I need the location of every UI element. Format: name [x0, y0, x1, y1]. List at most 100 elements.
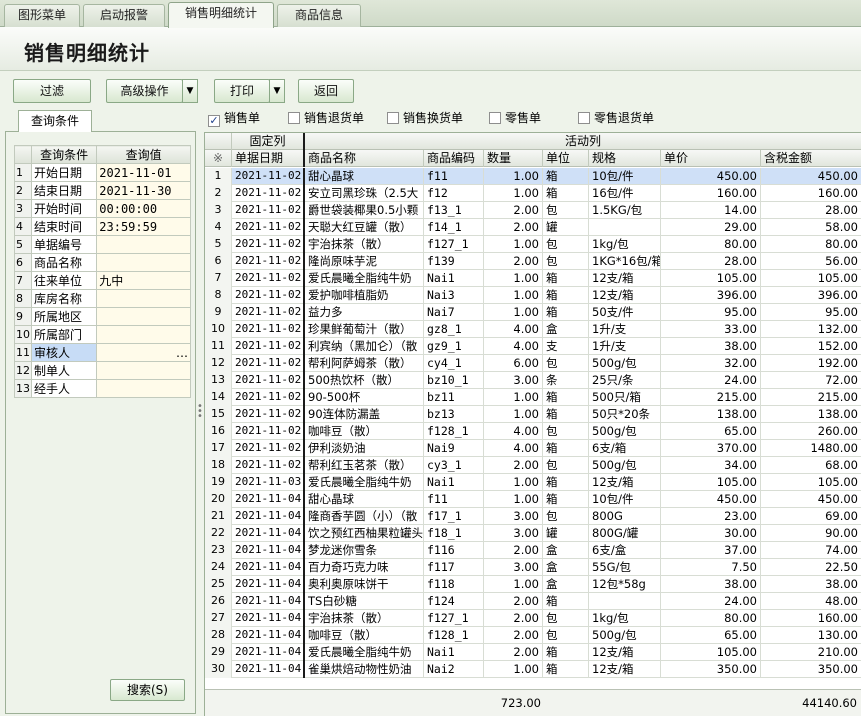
advanced-ops-button[interactable]: 高级操作 [106, 79, 183, 103]
header-col-spec[interactable]: 规格 [589, 150, 661, 167]
query-value-end-date[interactable]: 2021-11-30 [96, 181, 191, 200]
table-row[interactable]: 22 2021-11-04 饮之预红西柚果粒罐头 f18_1 3.00 罐 800G/罐 30… [205, 525, 861, 542]
table-row[interactable]: 3 2021-11-02 爵世袋装椰果0.5小颗 f13_1 2.00 包 1.5KG/包 1… [205, 202, 861, 219]
query-row[interactable]: 12 制单人 [14, 361, 191, 380]
cell-quantity: 3.00 [484, 525, 543, 542]
table-row[interactable]: 2 2021-11-02 安立司黑珍珠（2.5大 f12 1.00 箱 16包/件 160.0… [205, 185, 861, 202]
table-row[interactable]: 17 2021-11-02 伊利淡奶油 Nai9 4.00 箱 6支/箱 370.00 1480… [205, 440, 861, 457]
query-value-reviewer-ellipsis-button[interactable]: … [96, 343, 191, 362]
cell-product-name: 90-500杯 [305, 389, 424, 406]
query-value-start-date[interactable]: 2021-11-01 [96, 163, 191, 182]
table-row[interactable]: 18 2021-11-02 帮利红玉茗茶（散） cy3_1 2.00 包 500g/包 34.… [205, 457, 861, 474]
print-button[interactable]: 打印 [214, 79, 270, 103]
row-number: 9 [205, 304, 232, 321]
table-row[interactable]: 13 2021-11-02 500热饮杯（散） bz10_1 3.00 条 25只/条 24.… [205, 372, 861, 389]
query-value-end-time[interactable]: 23:59:59 [96, 217, 191, 236]
query-value-product-name[interactable] [96, 253, 191, 272]
back-button[interactable]: 返回 [298, 79, 354, 103]
table-row[interactable]: 6 2021-11-02 隆尚原味芋泥 f139 2.00 包 1KG*16包/箱 28.00… [205, 253, 861, 270]
cell-doc-date: 2021-11-02 [232, 185, 305, 202]
cell-spec: 800G [589, 508, 661, 525]
cell-product-code: f13_1 [424, 202, 484, 219]
table-row[interactable]: 1 2021-11-02 甜心晶球 f11 1.00 箱 10包/件 450.00 450.00 [205, 168, 861, 185]
checkbox-retail[interactable]: 零售单 [489, 111, 541, 125]
query-value-start-time[interactable]: 00:00:00 [96, 199, 191, 218]
table-row[interactable]: 8 2021-11-02 爱护咖啡植脂奶 Nai3 1.00 箱 12支/箱 396.00 39… [205, 287, 861, 304]
table-row[interactable]: 15 2021-11-02 90连体防漏盖 bz13 1.00 箱 50只*20条 138.0… [205, 406, 861, 423]
table-row[interactable]: 4 2021-11-02 天聪大红豆罐（散） f14_1 2.00 罐 29.00 58.00 [205, 219, 861, 236]
query-value-department[interactable] [96, 325, 191, 344]
cell-amount: 69.00 [761, 508, 861, 525]
query-value-creator[interactable] [96, 361, 191, 380]
row-number: 23 [205, 542, 232, 559]
table-row[interactable]: 19 2021-11-03 爱氏晨曦全脂纯牛奶 Nai1 1.00 箱 12支/箱 105.0… [205, 474, 861, 491]
table-row[interactable]: 30 2021-11-04 雀巢烘焙动物性奶油 Nai2 1.00 箱 12支/箱 350.0… [205, 661, 861, 678]
cell-doc-date: 2021-11-02 [232, 270, 305, 287]
table-row[interactable]: 23 2021-11-04 梦龙迷你雪条 f116 2.00 盒 6支/盒 37.00 74.0… [205, 542, 861, 559]
table-row[interactable]: 14 2021-11-02 90-500杯 bz11 1.00 箱 500只/箱 215.00… [205, 389, 861, 406]
table-row[interactable]: 9 2021-11-02 益力多 Nai7 1.00 箱 50支/件 95.00 95.00 [205, 304, 861, 321]
query-row[interactable]: 8 库房名称 [14, 289, 191, 308]
query-row[interactable]: 3 开始时间 00:00:00 [14, 199, 191, 218]
query-row[interactable]: 1 开始日期 2021-11-01 [14, 163, 191, 182]
query-row[interactable]: 10 所属部门 [14, 325, 191, 344]
query-row[interactable]: 13 经手人 [14, 379, 191, 398]
tab-graphic-menu[interactable]: 图形菜单 [4, 4, 80, 27]
query-row[interactable]: 5 单据编号 [14, 235, 191, 254]
header-col-amount[interactable]: 含税金额 [761, 150, 861, 167]
query-conditions-tab[interactable]: 查询条件 [18, 110, 92, 132]
query-row[interactable]: 6 商品名称 [14, 253, 191, 272]
query-row[interactable]: 4 结束时间 23:59:59 [14, 217, 191, 236]
header-col-product-code[interactable]: 商品编码 [424, 150, 484, 167]
cell-unit: 箱 [543, 644, 589, 661]
query-value-partner[interactable]: 九中 [96, 271, 191, 290]
table-row[interactable]: 21 2021-11-04 隆商香芋圆（小）（散 f17_1 3.00 包 800G 23.0… [205, 508, 861, 525]
header-col-unit-price[interactable]: 单价 [661, 150, 761, 167]
splitter-handle-icon[interactable]: • • • [197, 402, 203, 422]
tab-startup-alarm[interactable]: 启动报警 [83, 4, 165, 27]
query-row[interactable]: 2 结束日期 2021-11-30 [14, 181, 191, 200]
table-row[interactable]: 5 2021-11-02 宇治抹茶（散） f127_1 1.00 包 1kg/包 80.00 8… [205, 236, 861, 253]
query-value-region[interactable] [96, 307, 191, 326]
checkbox-sales-return[interactable]: 销售退货单 [288, 111, 364, 125]
cell-amount: 95.00 [761, 304, 861, 321]
table-row[interactable]: 16 2021-11-02 咖啡豆（散） f128_1 4.00 包 500g/包 65.00… [205, 423, 861, 440]
query-value-doc-number[interactable] [96, 235, 191, 254]
query-value-handler[interactable] [96, 379, 191, 398]
advanced-ops-dropdown-icon[interactable]: ▼ [182, 79, 198, 103]
table-row[interactable]: 10 2021-11-02 珍果鲜葡萄汁（散） gz8_1 4.00 盒 1升/支 33.00… [205, 321, 861, 338]
filter-button[interactable]: 过滤 [13, 79, 91, 103]
print-dropdown-icon[interactable]: ▼ [269, 79, 285, 103]
cell-spec: 1kg/包 [589, 236, 661, 253]
header-col-doc-date[interactable]: 单据日期 [232, 150, 305, 167]
cell-unit-price: 105.00 [661, 644, 761, 661]
table-row[interactable]: 25 2021-11-04 奥利奥原味饼干 f118 1.00 盒 12包*58g 38.00… [205, 576, 861, 593]
cell-unit: 包 [543, 355, 589, 372]
header-col-product-name[interactable]: 商品名称 [305, 150, 424, 167]
table-row[interactable]: 29 2021-11-04 爱氏晨曦全脂纯牛奶 Nai1 2.00 箱 12支/箱 105.0… [205, 644, 861, 661]
checkbox-retail-return[interactable]: 零售退货单 [578, 111, 654, 125]
table-row[interactable]: 12 2021-11-02 帮利阿萨姆茶（散） cy4_1 6.00 包 500g/包 32.… [205, 355, 861, 372]
tab-product-info[interactable]: 商品信息 [277, 4, 361, 27]
table-row[interactable]: 28 2021-11-04 咖啡豆（散） f128_1 2.00 包 500g/包 65.00… [205, 627, 861, 644]
query-row-selected[interactable]: 11 审核人… [14, 343, 191, 362]
table-row[interactable]: 20 2021-11-04 甜心晶球 f11 1.00 箱 10包/件 450.00 450.0… [205, 491, 861, 508]
table-row[interactable]: 7 2021-11-02 爱氏晨曦全脂纯牛奶 Nai1 1.00 箱 12支/箱 105.00… [205, 270, 861, 287]
table-row[interactable]: 26 2021-11-04 TS白砂糖 f124 2.00 箱 24.00 48.00 [205, 593, 861, 610]
query-value-warehouse[interactable] [96, 289, 191, 308]
query-row[interactable]: 7 往来单位 九中 [14, 271, 191, 290]
checkbox-sales-doc[interactable]: ✓ 销售单 [208, 111, 260, 127]
cell-product-code: bz10_1 [424, 372, 484, 389]
table-row[interactable]: 24 2021-11-04 百力奇巧克力味 f117 3.00 盒 55G/包 7.50 22.… [205, 559, 861, 576]
tab-sales-detail[interactable]: 销售明细统计 [168, 2, 274, 28]
search-button[interactable]: 搜索(S) [110, 679, 185, 701]
cell-amount: 130.00 [761, 627, 861, 644]
table-row[interactable]: 11 2021-11-02 利宾纳（黑加仑）（散 gz9_1 4.00 支 1升/支 38.0… [205, 338, 861, 355]
row-number: 25 [205, 576, 232, 593]
cell-spec: 10包/件 [589, 491, 661, 508]
query-row[interactable]: 9 所属地区 [14, 307, 191, 326]
header-col-unit[interactable]: 单位 [543, 150, 589, 167]
table-row[interactable]: 27 2021-11-04 宇治抹茶（散） f127_1 2.00 包 1kg/包 80.00… [205, 610, 861, 627]
checkbox-sales-exchange[interactable]: 销售换货单 [387, 111, 463, 125]
header-col-quantity[interactable]: 数量 [484, 150, 543, 167]
